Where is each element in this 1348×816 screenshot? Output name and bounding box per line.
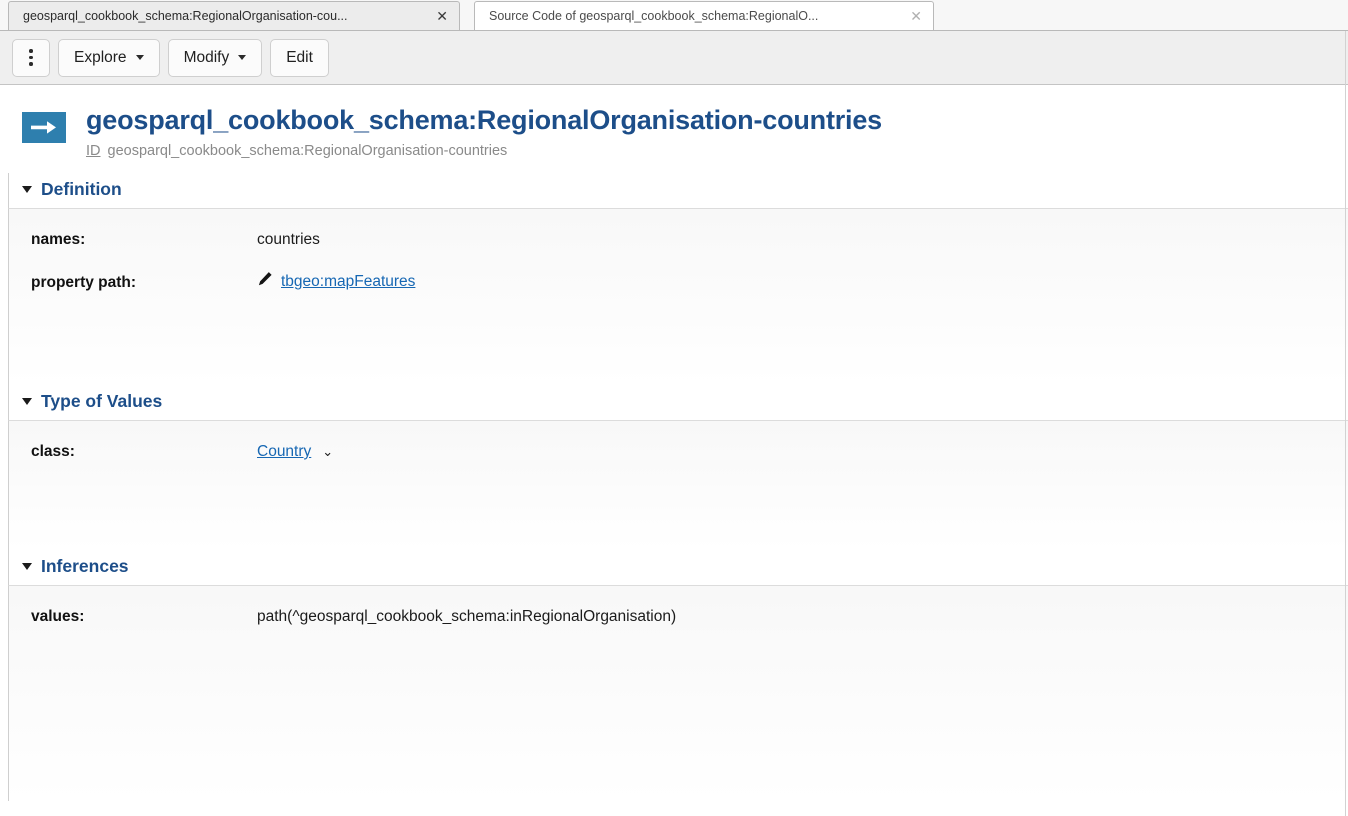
section-header-type-of-values[interactable]: Type of Values	[0, 385, 1348, 420]
section-header-definition[interactable]: Definition	[0, 173, 1348, 208]
close-icon[interactable]: ✕	[908, 9, 924, 23]
section-title: Type of Values	[41, 391, 162, 412]
property-value: tbgeo:mapFeatures	[257, 271, 415, 292]
property-value: countries	[257, 231, 320, 249]
collapse-triangle-icon[interactable]	[22, 398, 32, 405]
explore-button-label: Explore	[74, 49, 127, 67]
tab-source-code[interactable]: Source Code of geosparql_cookbook_schema…	[474, 1, 934, 30]
close-icon[interactable]: ✕	[434, 9, 450, 23]
entity-header: geosparql_cookbook_schema:RegionalOrgani…	[0, 85, 1348, 159]
modify-button[interactable]: Modify	[168, 39, 263, 77]
property-row-values: values: path(^geosparql_cookbook_schema:…	[9, 586, 1348, 626]
property-row-class: class: Country ⌄	[9, 421, 1348, 461]
section-body-type-of-values: class: Country ⌄	[8, 420, 1348, 550]
tab-entity-page[interactable]: geosparql_cookbook_schema:RegionalOrgani…	[8, 1, 460, 30]
sections-container: Definition names: countries property pat…	[0, 173, 1348, 801]
chevron-down-icon	[238, 55, 246, 60]
section-header-inferences[interactable]: Inferences	[0, 550, 1348, 585]
edit-button[interactable]: Edit	[270, 39, 329, 77]
entity-id-value: geosparql_cookbook_schema:RegionalOrgani…	[108, 143, 508, 159]
collapse-triangle-icon[interactable]	[22, 186, 32, 193]
property-label: values:	[9, 608, 257, 626]
entity-title-block: geosparql_cookbook_schema:RegionalOrgani…	[86, 105, 882, 159]
property-row-names: names: countries	[9, 209, 1348, 249]
toolbar: Explore Modify Edit	[0, 31, 1348, 85]
chevron-down-icon[interactable]: ⌄	[322, 444, 333, 460]
property-label: names:	[9, 231, 257, 249]
entity-id-label: ID	[86, 143, 101, 159]
tab-label: geosparql_cookbook_schema:RegionalOrgani…	[23, 9, 426, 23]
section-title: Definition	[41, 179, 122, 200]
explore-button[interactable]: Explore	[58, 39, 160, 77]
inferred-values: path(^geosparql_cookbook_schema:inRegion…	[257, 608, 676, 626]
names-value: countries	[257, 231, 320, 249]
tab-label: Source Code of geosparql_cookbook_schema…	[489, 9, 900, 23]
content-right-border	[1345, 31, 1346, 816]
property-path-link[interactable]: tbgeo:mapFeatures	[281, 273, 415, 291]
collapse-triangle-icon[interactable]	[22, 563, 32, 570]
chevron-down-icon	[136, 55, 144, 60]
section-body-definition: names: countries property path: tbgeo:ma…	[8, 208, 1348, 385]
section-title: Inferences	[41, 556, 129, 577]
tab-strip: geosparql_cookbook_schema:RegionalOrgani…	[0, 0, 1348, 31]
property-label: class:	[9, 443, 257, 461]
modify-button-label: Modify	[184, 49, 230, 67]
property-row-property-path: property path: tbgeo:mapFeatures	[9, 249, 1348, 292]
property-label: property path:	[9, 274, 257, 292]
page-title: geosparql_cookbook_schema:RegionalOrgani…	[86, 105, 882, 136]
entity-id-row: ID geosparql_cookbook_schema:RegionalOrg…	[86, 143, 882, 159]
kebab-menu-button[interactable]	[12, 39, 50, 77]
property-value: Country ⌄	[257, 443, 333, 461]
class-link[interactable]: Country	[257, 443, 311, 461]
property-arrow-icon	[22, 112, 66, 143]
edit-button-label: Edit	[286, 49, 313, 67]
kebab-menu-icon	[29, 49, 33, 66]
section-body-inferences: values: path(^geosparql_cookbook_schema:…	[8, 585, 1348, 801]
property-value: path(^geosparql_cookbook_schema:inRegion…	[257, 608, 676, 626]
pencil-icon[interactable]	[257, 271, 273, 292]
